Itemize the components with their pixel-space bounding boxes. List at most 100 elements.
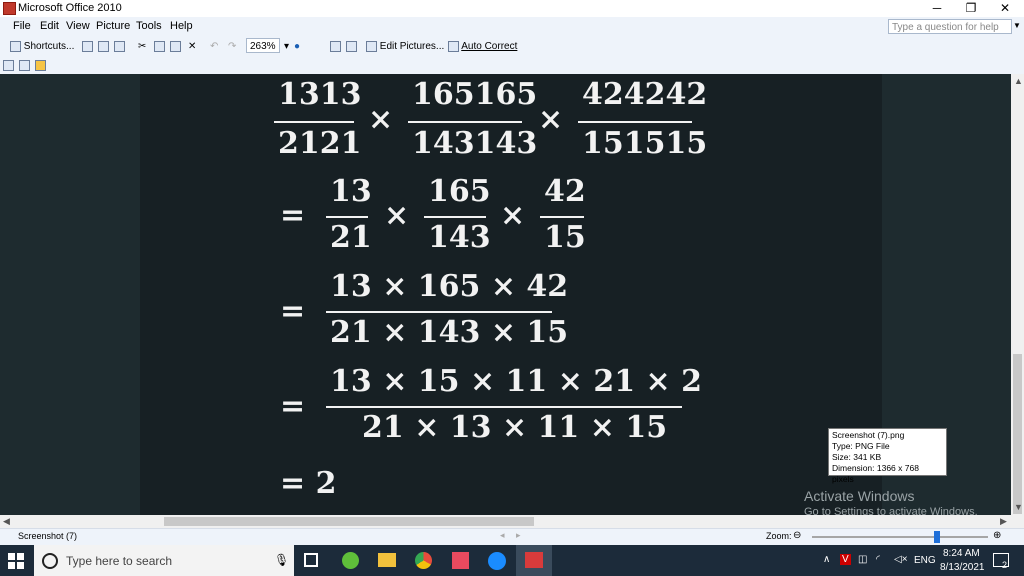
activation-watermark-title: Activate Windows — [804, 488, 915, 504]
edit-pictures-icon — [366, 40, 377, 52]
clock-time[interactable]: 8:24 AM — [943, 548, 980, 559]
filmstrip-view-icon[interactable] — [19, 59, 30, 73]
picture-left-panel — [0, 74, 140, 515]
menu-tools[interactable]: Tools — [136, 20, 162, 32]
chrome-icon[interactable] — [415, 552, 432, 569]
times-sign: × — [368, 102, 394, 137]
app-icon — [3, 2, 16, 15]
file-info-tooltip: Screenshot (7).png Type: PNG File Size: … — [828, 428, 947, 484]
edit-pictures-button[interactable]: Edit Pictures... — [366, 40, 444, 54]
frac4-num: 13 — [330, 174, 372, 209]
clock-date[interactable]: 8/13/2021 — [940, 562, 985, 573]
next-picture-icon[interactable]: ▸ — [516, 530, 521, 541]
copy-icon[interactable] — [154, 40, 165, 54]
window-title: Microsoft Office 2010 — [18, 2, 122, 14]
status-filename: Screenshot (7) — [18, 531, 78, 541]
zoom-combobox[interactable]: 263% — [246, 38, 280, 53]
rotate-right-icon[interactable] — [346, 40, 357, 54]
activation-watermark-subtitle: Go to Settings to activate Windows. — [804, 506, 978, 515]
frac3-den: 151515 — [582, 126, 708, 161]
view-bar — [0, 57, 1024, 74]
vertical-scroll-thumb[interactable] — [1013, 354, 1022, 514]
print-icon[interactable] — [98, 40, 109, 54]
send-icon[interactable] — [114, 40, 125, 54]
zoom-slider-thumb[interactable] — [934, 531, 940, 543]
result: = 2 — [280, 466, 337, 501]
microphone-icon[interactable]: 🎙 — [274, 553, 289, 567]
tooltip-type: Type: PNG File — [832, 441, 890, 451]
undo-icon[interactable]: ↶ — [210, 40, 218, 54]
shortcuts-button[interactable]: Shortcuts... — [10, 40, 74, 54]
help-icon[interactable]: ● — [294, 40, 300, 54]
frac1-num: 1313 — [278, 77, 362, 112]
minimize-button[interactable]: ─ — [920, 0, 954, 17]
scroll-left-icon[interactable]: ◀ — [3, 516, 10, 527]
office-picture-manager-taskbar-button[interactable] — [516, 545, 552, 576]
zalo-icon[interactable] — [488, 552, 506, 570]
frac8-bar — [326, 406, 682, 408]
auto-correct-button[interactable]: Auto Correct — [448, 40, 517, 54]
menu-view[interactable]: View — [66, 20, 90, 32]
save-icon[interactable] — [82, 40, 93, 54]
status-bar: Screenshot (7) ◂ ▸ Zoom: ⊖ ⊕ — [0, 528, 1024, 546]
frac6-den: 15 — [544, 220, 586, 255]
zoom-out-icon[interactable]: ⊖ — [793, 530, 801, 541]
rotate-left-icon[interactable] — [330, 40, 341, 54]
menu-picture[interactable]: Picture — [96, 20, 130, 32]
equals-sign: = — [280, 198, 306, 233]
frac4-den: 21 — [330, 220, 372, 255]
toolbar: Shortcuts... ✂ ✕ ↶ ↷ ▾ ● Edit Pictures..… — [0, 37, 1024, 58]
menu-file[interactable]: File — [13, 20, 31, 32]
zoom-dropdown-icon[interactable]: ▾ — [284, 40, 289, 54]
frac5-num: 165 — [428, 174, 491, 209]
help-dropdown-icon[interactable]: ▼ — [1013, 21, 1021, 30]
tray-app-icon[interactable]: V — [840, 554, 851, 565]
app-icon-green[interactable] — [342, 552, 359, 569]
scroll-right-icon[interactable]: ▶ — [1000, 516, 1007, 527]
delete-icon[interactable]: ✕ — [188, 40, 196, 54]
times-sign: × — [384, 198, 410, 233]
help-search-input[interactable]: Type a question for help — [888, 19, 1012, 34]
network-icon[interactable]: ◫ — [858, 554, 867, 565]
horizontal-scroll-thumb[interactable] — [164, 517, 534, 526]
thumbnail-view-icon[interactable] — [3, 59, 14, 73]
frac8-num: 13 × 15 × 11 × 21 × 2 — [330, 364, 702, 399]
prev-picture-icon[interactable]: ◂ — [500, 530, 505, 541]
file-explorer-icon[interactable] — [378, 553, 396, 567]
notification-count: 2 — [1002, 560, 1008, 570]
redo-icon[interactable]: ↷ — [228, 40, 236, 54]
paste-icon[interactable] — [170, 40, 181, 54]
taskbar-search-input[interactable]: Type here to search 🎙 — [34, 545, 294, 576]
times-sign: × — [500, 198, 526, 233]
frac7-den: 21 × 143 × 15 — [330, 315, 569, 350]
volume-icon[interactable]: ◁× — [894, 554, 908, 565]
close-button[interactable]: ✕ — [988, 0, 1022, 17]
zoom-in-icon[interactable]: ⊕ — [993, 530, 1001, 541]
app-icon-red[interactable] — [452, 552, 469, 569]
zoom-label: Zoom: — [766, 531, 792, 541]
zoom-slider[interactable] — [812, 536, 988, 538]
vertical-scrollbar[interactable]: ▲ ▼ — [1011, 74, 1024, 515]
wifi-icon[interactable]: ◜ — [876, 554, 880, 565]
single-view-icon[interactable] — [35, 59, 46, 73]
frac6-bar — [540, 216, 584, 218]
tooltip-size: Size: 341 KB — [832, 452, 882, 462]
tray-chevron-icon[interactable]: ∧ — [823, 554, 830, 565]
frac3-bar — [578, 121, 692, 123]
scroll-down-icon[interactable]: ▼ — [1014, 502, 1023, 512]
tooltip-filename: Screenshot (7).png — [832, 430, 905, 440]
picture-manager-icon — [525, 552, 543, 568]
equals-sign: = — [280, 389, 306, 424]
cut-icon[interactable]: ✂ — [138, 40, 146, 54]
language-indicator[interactable]: ENG — [914, 555, 936, 566]
frac2-bar — [408, 121, 522, 123]
task-view-icon[interactable] — [304, 553, 318, 567]
menu-edit[interactable]: Edit — [40, 20, 59, 32]
times-sign: × — [538, 102, 564, 137]
horizontal-scrollbar[interactable]: ◀ ▶ — [0, 515, 1011, 528]
frac6-num: 42 — [544, 174, 586, 209]
scroll-up-icon[interactable]: ▲ — [1014, 76, 1023, 86]
restore-button[interactable]: ❐ — [954, 0, 988, 17]
windows-start-icon[interactable] — [8, 553, 24, 569]
menu-help[interactable]: Help — [170, 20, 193, 32]
